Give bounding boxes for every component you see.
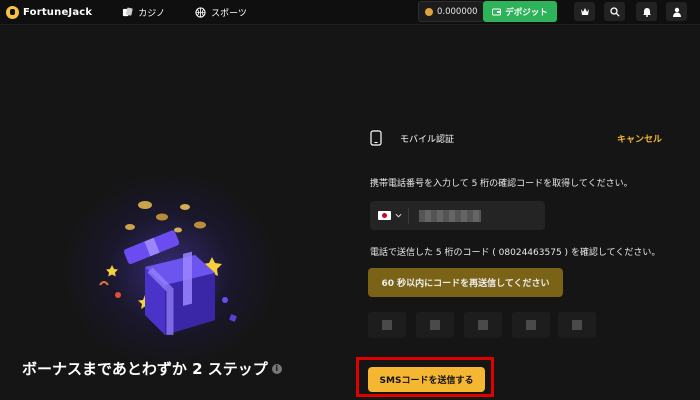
vip-button[interactable] [574,2,595,21]
logo-text: FortuneJack [23,6,93,18]
gift-box-image [99,201,237,335]
phone-number-field[interactable] [370,201,545,230]
logo[interactable]: FortuneJack [6,5,93,19]
search-icon [609,6,620,17]
divider [408,207,409,224]
deposit-button[interactable]: デポジット [483,1,557,22]
deposit-label: デポジット [505,7,548,18]
coin-icon [425,7,433,16]
balance-selector[interactable]: 0.000000 [418,1,484,22]
form-header: モバイル認証 キャンセル [370,128,666,148]
nav-sports-label: スポーツ [211,8,247,19]
phone-icon [370,130,382,146]
cards-icon [123,7,133,16]
masked-phone-number [419,209,481,222]
balance-value: 0.000000 [437,6,478,17]
account-button[interactable] [666,2,687,21]
code-digit-input[interactable] [464,312,502,338]
promo-title-text: ボーナスまであとわずか 2 ステップ [22,360,268,378]
bell-icon [642,7,651,17]
promo-title: ボーナスまであとわずか 2 ステップ i [22,358,282,379]
cancel-button[interactable]: キャンセル [617,132,662,145]
info-icon[interactable]: i [271,363,282,374]
code-digit-input[interactable] [558,312,596,338]
top-bar: FortuneJack カジノ スポーツ 0.000000 デポジット [0,0,700,25]
code-digit-input[interactable] [368,312,406,338]
wallet-icon [492,8,502,15]
nav-casino-label: カジノ [138,8,166,19]
nav-casino[interactable]: カジノ [122,6,165,19]
resend-code-button[interactable]: 60 秒以内にコードを再送信してください [368,268,563,297]
crown-icon [580,8,589,15]
main-nav: カジノ スポーツ [122,6,247,19]
basketball-icon [195,6,206,18]
form-title: モバイル認証 [400,134,455,145]
code-digit-input[interactable] [512,312,550,338]
code-sent-text: 電話で送信した 5 桁のコード ( 08024463575 ) を確認してくださ… [370,248,661,258]
search-button[interactable] [604,2,625,21]
japan-flag-icon[interactable] [378,211,391,220]
logo-icon [6,5,19,19]
nav-sports[interactable]: スポーツ [195,6,247,19]
notifications-button[interactable] [636,2,657,21]
code-digit-input[interactable] [416,312,454,338]
user-icon [672,7,681,17]
submit-sms-code-button[interactable]: SMSコードを送信する [368,367,485,392]
phone-instruction: 携帯電話番号を入力して 5 桁の確認コードを取得してください。 [370,179,633,189]
chevron-down-icon[interactable] [395,212,402,219]
